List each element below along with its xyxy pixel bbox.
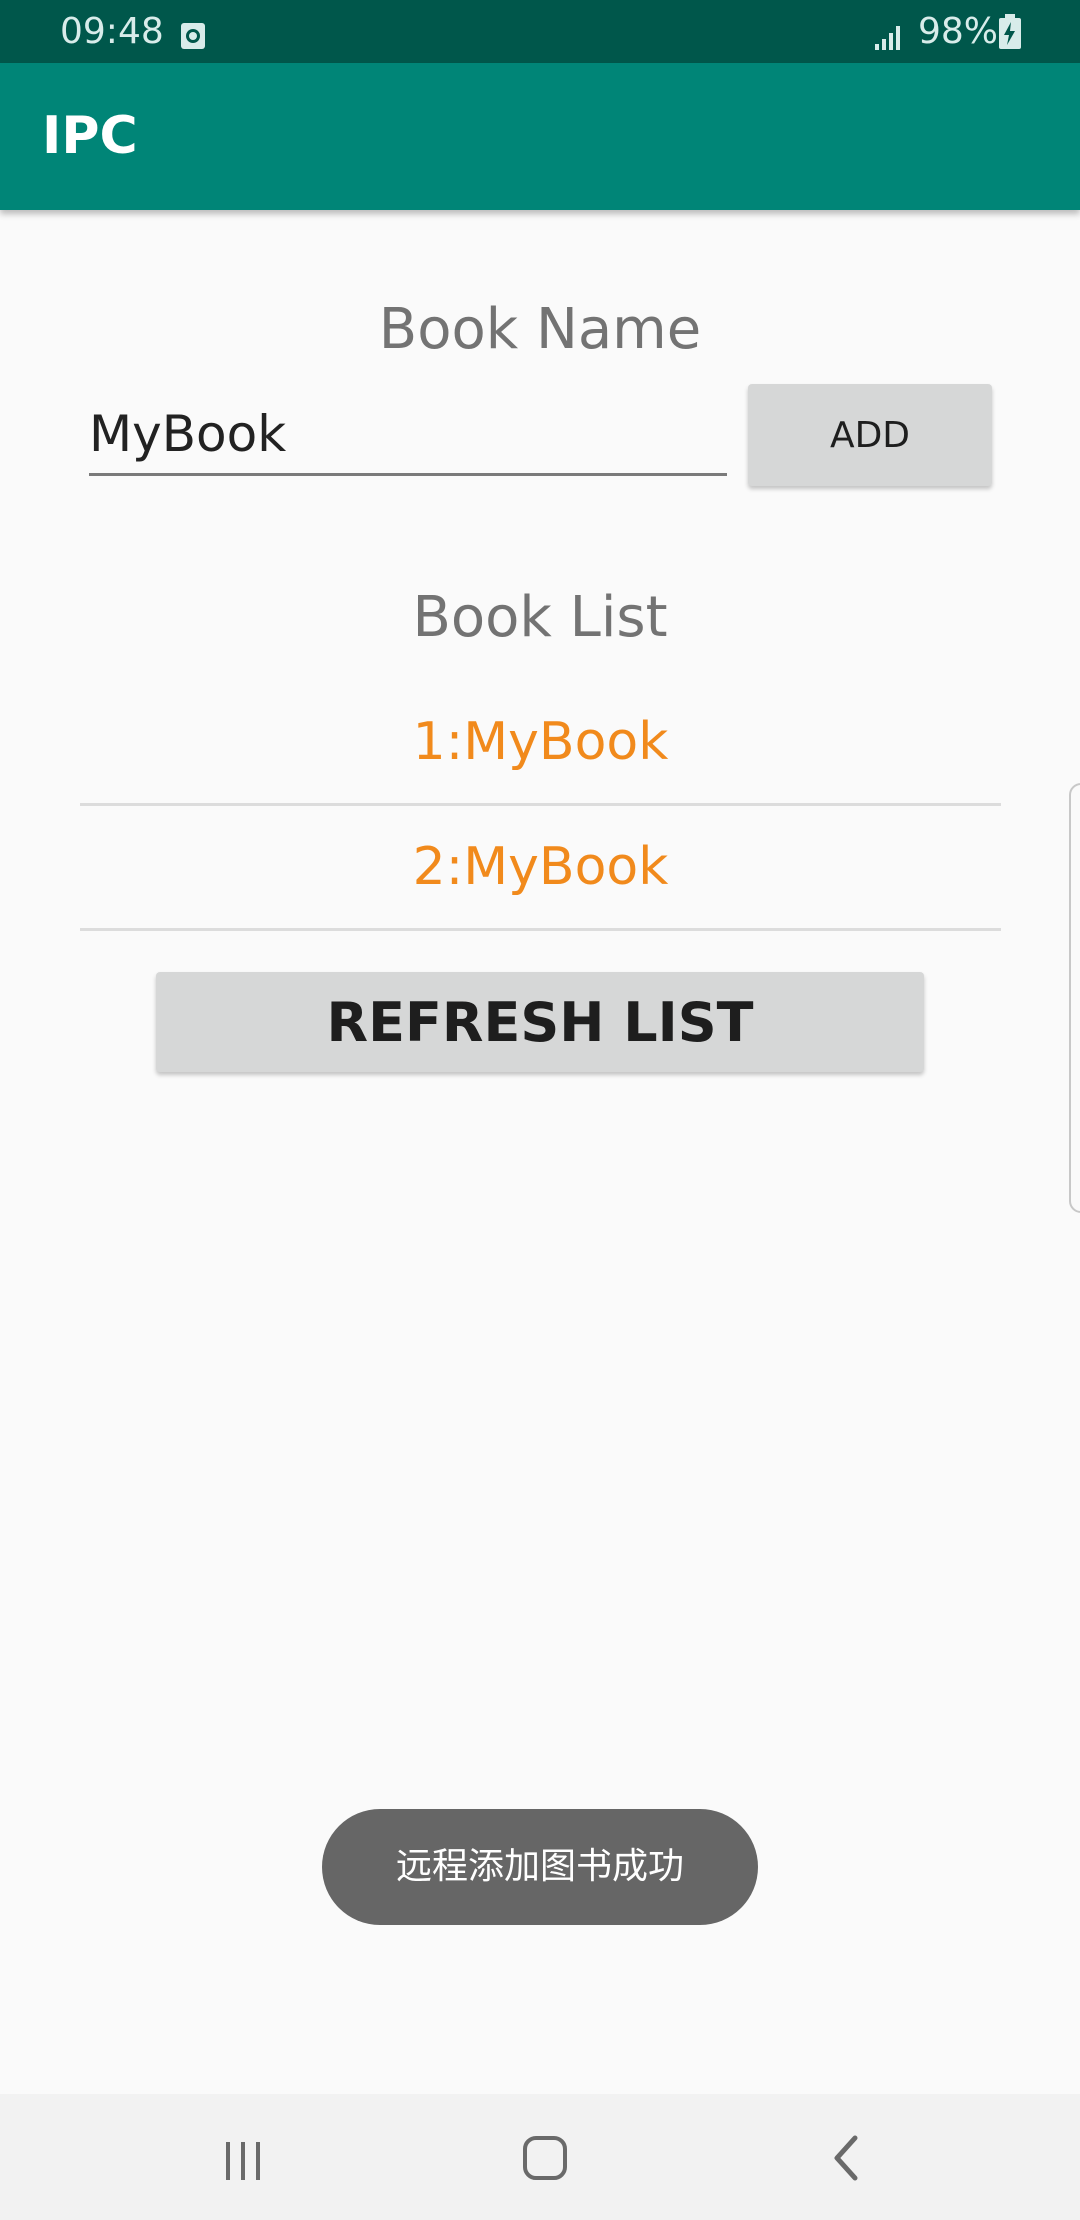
- navigation-bar: [0, 2094, 1080, 2220]
- battery-charging-icon: [998, 14, 1022, 50]
- alarm-icon: [180, 18, 206, 49]
- list-item[interactable]: 1:MyBook: [80, 681, 1001, 806]
- recents-icon[interactable]: [203, 2124, 283, 2190]
- status-bar: 09:48 98%: [0, 0, 1080, 63]
- app-title: IPC: [42, 106, 138, 166]
- toast-message: 远程添加图书成功: [322, 1809, 758, 1925]
- book-list: 1:MyBook 2:MyBook: [80, 681, 1001, 931]
- back-icon[interactable]: [807, 2124, 887, 2190]
- list-item[interactable]: 2:MyBook: [80, 806, 1001, 931]
- status-time: 09:48: [60, 11, 164, 52]
- signal-bars-icon: [874, 18, 904, 50]
- edge-panel-handle[interactable]: [1069, 783, 1080, 1213]
- book-name-label: Book Name: [378, 297, 702, 362]
- app-bar: IPC: [0, 63, 1080, 210]
- refresh-list-button[interactable]: REFRESH LIST: [156, 972, 924, 1072]
- battery-percent: 98%: [918, 11, 999, 52]
- book-list-label: Book List: [412, 585, 668, 650]
- book-name-input[interactable]: [89, 395, 727, 476]
- add-button[interactable]: ADD: [748, 384, 992, 486]
- home-icon[interactable]: [505, 2124, 585, 2190]
